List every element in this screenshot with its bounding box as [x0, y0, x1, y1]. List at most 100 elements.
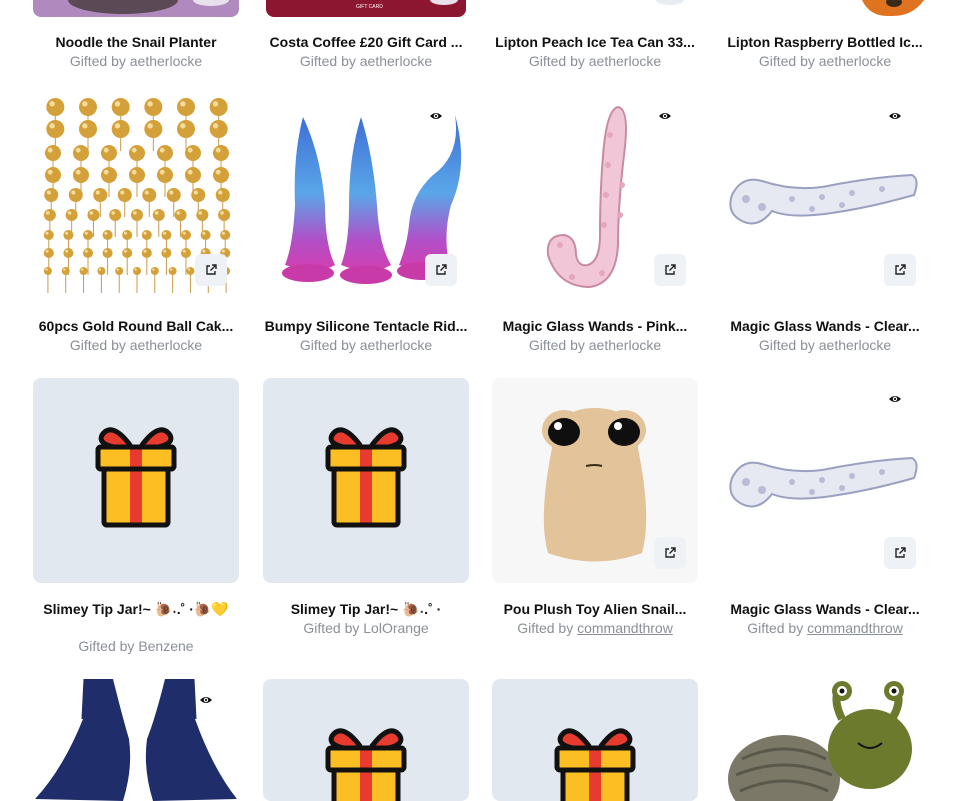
product-image-placeholder: [33, 378, 239, 583]
product-image: [33, 0, 239, 17]
gift-card[interactable]: [33, 679, 239, 801]
gifted-by: Gifted by aetherlocke: [528, 53, 662, 69]
gift-card[interactable]: Pou Plush Toy Alien Snail... Gifted by c…: [492, 378, 698, 638]
gift-card[interactable]: Magic Glass Wands - Clear... Gifted by c…: [722, 378, 928, 638]
gift-card[interactable]: Noodle the Snail Planter Gifted by aethe…: [33, 0, 239, 75]
eye-icon[interactable]: [199, 693, 213, 707]
gold-ball: [101, 145, 117, 161]
open-link-button[interactable]: [195, 254, 227, 286]
open-link-button[interactable]: [425, 254, 457, 286]
gift-card[interactable]: Lipton Raspberry Bottled Ic... Gifted by…: [722, 0, 928, 75]
gold-ball-highlight: [212, 123, 219, 129]
gold-ball: [133, 267, 141, 275]
eye-icon[interactable]: [888, 109, 902, 123]
gold-ball: [142, 188, 157, 202]
gold-ball-highlight: [176, 211, 181, 215]
gold-ball-highlight: [45, 211, 50, 215]
gift-box-icon: [325, 728, 407, 801]
gift-card[interactable]: Magic Glass Wands - Pink... Gifted by ae…: [492, 95, 698, 355]
gift-title: Bumpy Silicone Tentacle Rid...: [264, 318, 468, 334]
gold-ball-highlight: [75, 169, 81, 175]
gold-ball-highlight: [143, 249, 147, 253]
gold-ball-highlight: [45, 268, 48, 271]
gold-ball: [209, 98, 228, 116]
gold-ball: [215, 188, 230, 202]
gift-card[interactable]: Bumpy Silicone Tentacle Rid... Gifted by…: [263, 95, 469, 355]
gift-title: Lipton Peach Ice Tea Can 33...: [495, 34, 695, 50]
gift-card[interactable]: [722, 679, 928, 801]
gifted-by: Gifted by aetherlocke: [69, 337, 203, 353]
gold-ball-highlight: [120, 190, 125, 195]
gold-ball: [79, 120, 97, 138]
gifter-name: aetherlocke: [588, 337, 662, 353]
gold-ball-highlight: [114, 101, 121, 107]
gift-card[interactable]: Slimey Tip Jar!~ 🐌˖.˚ ·🐌💛 Gifted by Benz…: [33, 378, 239, 658]
gold-ball: [141, 230, 152, 240]
gold-ball: [150, 267, 159, 275]
gold-ball-highlight: [212, 101, 219, 107]
gold-ball: [43, 230, 54, 240]
gold-ball: [141, 248, 152, 258]
gold-ball-highlight: [147, 101, 153, 107]
gold-ball-highlight: [123, 249, 127, 253]
gold-ball-highlight: [182, 231, 186, 235]
gift-box-icon: [325, 427, 407, 528]
gold-ball: [43, 209, 56, 221]
gifter-name: aetherlocke: [129, 337, 203, 353]
gold-ball-highlight: [152, 268, 155, 271]
gift-card[interactable]: Slimey Tip Jar!~ 🐌˖.˚ · Gifted by LolOra…: [263, 378, 469, 638]
gold-ball-highlight: [215, 147, 221, 153]
gold-ball: [122, 230, 133, 240]
gifted-by: Gifted by aetherlocke: [69, 53, 203, 69]
gold-ball: [111, 98, 130, 116]
gifter-link[interactable]: commandthrow: [807, 620, 903, 636]
product-image-placeholder: [263, 679, 469, 801]
gold-ball-highlight: [180, 101, 186, 107]
gift-title: Slimey Tip Jar!~ 🐌˖.˚ ·🐌💛: [43, 601, 229, 617]
gold-ball-highlight: [131, 147, 137, 153]
eye-icon[interactable]: [888, 392, 902, 406]
gold-ball-highlight: [111, 211, 115, 215]
gold-ball: [117, 188, 132, 202]
gold-ball: [177, 120, 195, 138]
gold-ball-highlight: [98, 268, 102, 271]
external-link-icon: [895, 264, 906, 275]
gift-card[interactable]: GIFT CARD Costa Coffee £20 Gift Card ...…: [263, 0, 469, 75]
gold-ball: [68, 188, 83, 202]
gold-ball-highlight: [49, 101, 55, 107]
gold-ball-highlight: [182, 249, 186, 253]
gold-ball: [65, 209, 78, 221]
gold-ball: [63, 230, 74, 240]
gift-card[interactable]: 60pcs Gold Round Ball Cak... Gifted by a…: [33, 95, 239, 355]
gold-ball: [166, 188, 181, 202]
open-link-button[interactable]: [884, 537, 916, 569]
gold-ball: [61, 267, 70, 275]
gold-ball-highlight: [221, 249, 225, 253]
open-link-button[interactable]: [654, 537, 686, 569]
gold-ball: [144, 98, 163, 116]
gift-card[interactable]: [263, 679, 469, 801]
gift-card[interactable]: Magic Glass Wands - Clear... Gifted by a…: [722, 95, 928, 355]
external-link-icon: [665, 264, 676, 275]
gold-ball-highlight: [143, 231, 147, 235]
open-link-button[interactable]: [654, 254, 686, 286]
gold-ball: [177, 98, 195, 116]
gold-ball: [97, 267, 106, 275]
eye-icon[interactable]: [658, 109, 672, 123]
product-image: [492, 378, 698, 583]
gift-card[interactable]: [492, 679, 698, 801]
gifted-by: Gifted by commandthrow: [517, 620, 673, 636]
product-image: [722, 679, 928, 801]
gold-ball-highlight: [163, 231, 167, 235]
gold-ball-highlight: [71, 190, 76, 195]
eye-icon[interactable]: [429, 109, 443, 123]
product-image: [722, 378, 928, 583]
open-link-button[interactable]: [884, 254, 916, 286]
gold-ball: [43, 267, 52, 275]
gifter-name: aetherlocke: [818, 53, 892, 69]
gold-ball: [196, 209, 209, 221]
gift-card[interactable]: Lipton Peach Ice Tea Can 33... Gifted by…: [492, 0, 698, 75]
product-image: GIFT CARD: [266, 0, 466, 17]
gold-ball: [209, 120, 228, 138]
gifter-link[interactable]: commandthrow: [577, 620, 673, 636]
